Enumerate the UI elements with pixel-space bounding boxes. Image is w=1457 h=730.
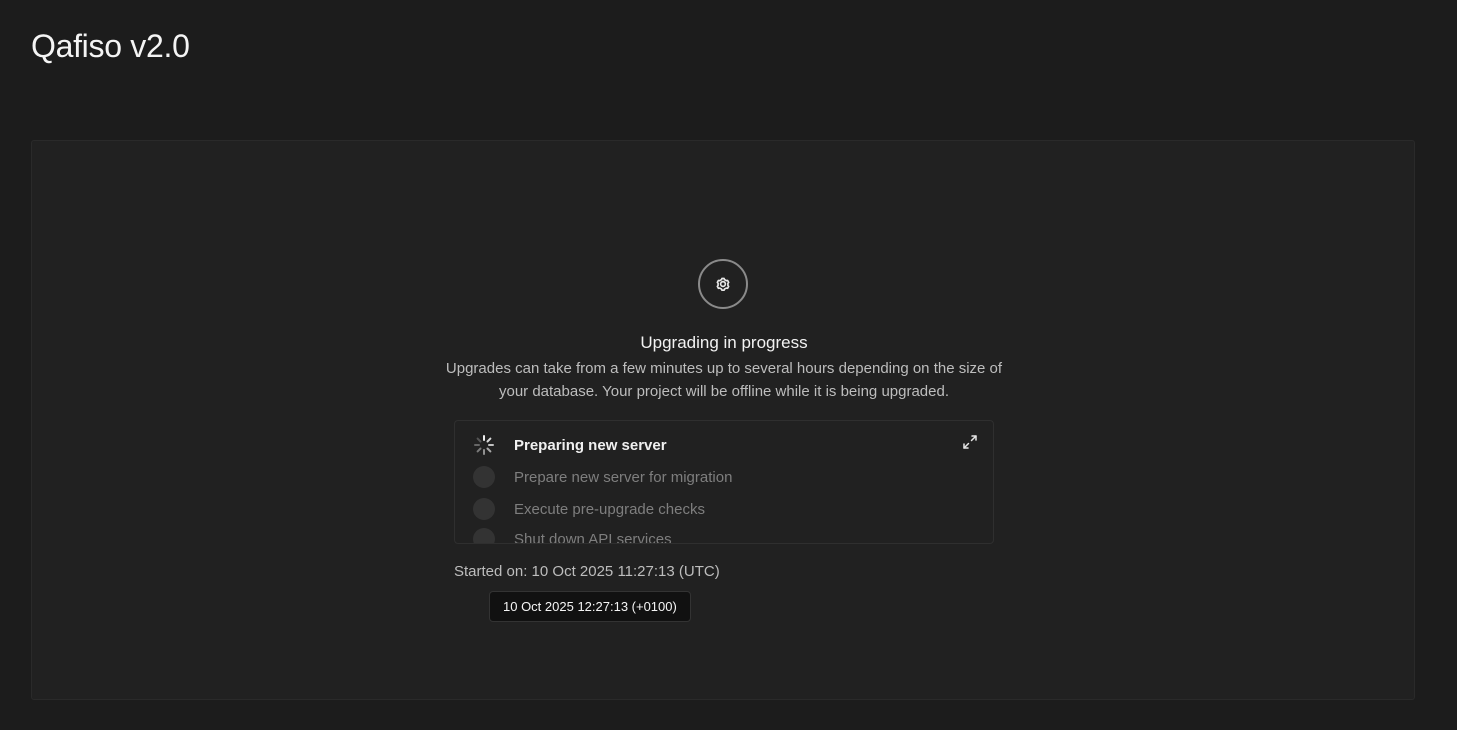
spinner-icon (473, 434, 495, 456)
step-label: Prepare new server for migration (514, 468, 733, 486)
local-time-tooltip: 10 Oct 2025 12:27:13 (+0100) (489, 591, 691, 622)
started-on-timestamp[interactable]: Started on: 10 Oct 2025 11:27:13 (UTC) (454, 563, 720, 580)
upgrade-steps-list[interactable]: Preparing new server Prepare new server … (454, 420, 994, 544)
pending-step-dot (473, 498, 495, 520)
step-label: Execute pre-upgrade checks (514, 500, 705, 518)
pending-step-dot (473, 466, 495, 488)
step-item-prepare-new-server: Prepare new server for migration (473, 465, 732, 489)
step-label: Preparing new server (514, 436, 667, 454)
pending-step-dot (473, 528, 495, 543)
step-label: Shut down API services (514, 530, 672, 544)
page: Qafiso v2.0 Upgrading in progress Upgrad… (0, 0, 1457, 730)
step-item-pre-upgrade-checks: Execute pre-upgrade checks (473, 497, 705, 521)
gear-icon (698, 259, 748, 309)
step-item-preparing-new-server: Preparing new server (473, 433, 667, 457)
upgrade-heading: Upgrading in progress (640, 333, 808, 352)
step-item-shut-down-api: Shut down API services (473, 527, 672, 544)
page-title: Qafiso v2.0 (31, 28, 190, 64)
upgrade-description: Upgrades can take from a few minutes up … (445, 360, 1003, 400)
expand-icon[interactable] (961, 433, 979, 451)
upgrade-panel: Upgrading in progress Upgrades can take … (31, 140, 1415, 700)
